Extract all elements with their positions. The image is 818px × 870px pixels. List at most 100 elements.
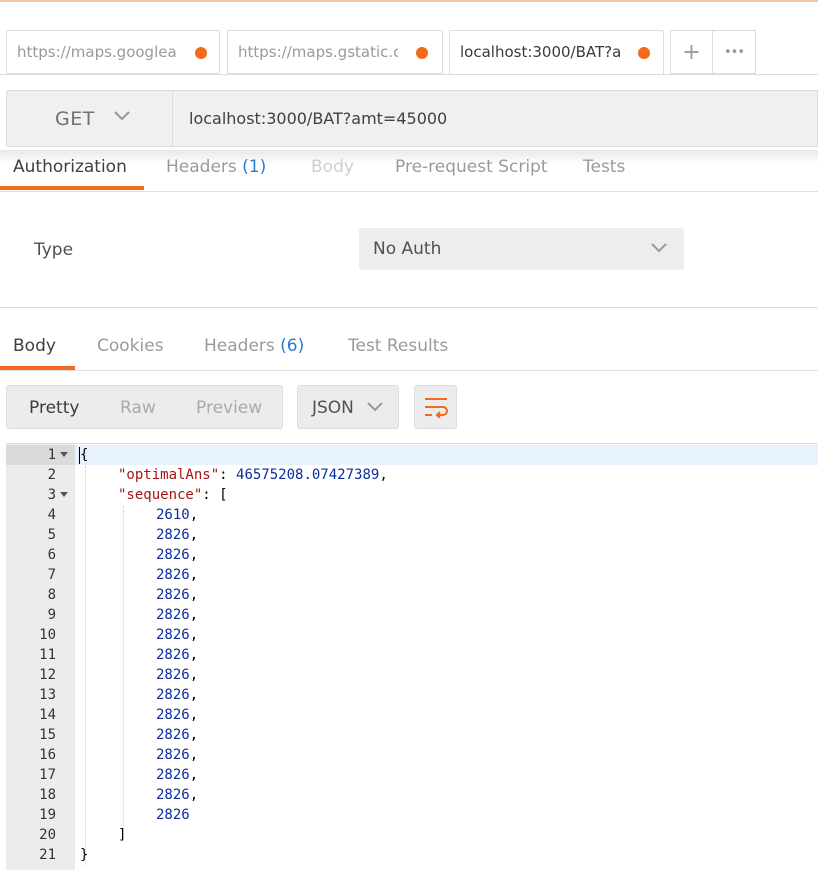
code-text: } (80, 845, 88, 865)
json-number: 2826 (156, 767, 190, 783)
tab-authorization[interactable]: Authorization (13, 157, 127, 177)
code-text: 2610, (156, 505, 198, 525)
code-text: 2826, (156, 645, 198, 665)
json-punctuation: , (189, 567, 199, 583)
fold-arrow-icon[interactable] (60, 492, 68, 497)
wrap-lines-button[interactable] (414, 385, 457, 429)
json-punctuation: , (189, 587, 199, 603)
tab-request-headers[interactable]: Headers (1) (166, 157, 266, 177)
json-number: 2826 (156, 647, 190, 663)
json-punctuation: , (379, 467, 388, 483)
code-line: 13 2826, (6, 685, 818, 705)
line-number: 14 (39, 707, 56, 723)
json-key: "sequence" (118, 487, 203, 503)
json-punctuation: , (189, 687, 199, 703)
json-punctuation: : (219, 467, 237, 483)
code-line: 16 2826, (6, 745, 818, 765)
code-line: 15 2826, (6, 725, 818, 745)
request-tab-2[interactable]: https://maps.gstatic.c (227, 30, 443, 74)
code-text: 2826, (156, 685, 198, 705)
more-tabs-button[interactable]: ••• (712, 30, 756, 74)
auth-type-value: No Auth (373, 239, 442, 259)
line-number: 13 (39, 687, 56, 703)
tabs-divider (0, 74, 818, 75)
window-top-accent (0, 0, 818, 2)
json-number: 2826 (156, 607, 190, 623)
format-select[interactable]: JSON (297, 385, 399, 429)
code-text: ] (118, 825, 126, 845)
pretty-button[interactable]: Pretty (29, 398, 79, 418)
line-number: 19 (39, 807, 56, 823)
chevron-down-icon (367, 402, 383, 412)
line-number: 3 (47, 487, 56, 503)
tab-prerequest-script[interactable]: Pre-request Script (395, 157, 548, 177)
json-number: 2826 (156, 667, 190, 683)
unsaved-dot-icon (416, 47, 428, 59)
line-number: 7 (47, 567, 56, 583)
fold-arrow-icon[interactable] (60, 452, 68, 457)
code-line: 20] (6, 825, 818, 845)
method-select[interactable]: GET (6, 90, 172, 147)
code-text: 2826, (156, 705, 198, 725)
response-body-editor[interactable]: 1{2 "optimalAns": 46575208.07427389, 3 "seq… (6, 443, 818, 870)
json-punctuation: : [ (202, 487, 228, 503)
code-text: 2826, (156, 725, 198, 745)
code-line: 17 2826, (6, 765, 818, 785)
line-number: 6 (47, 547, 56, 563)
request-tab-3-active[interactable]: localhost:3000/BAT?ar (449, 30, 664, 75)
tab-tests[interactable]: Tests (583, 157, 625, 177)
line-number: 17 (39, 767, 56, 783)
code-line: 4 2610, (6, 505, 818, 525)
code-line: 14 2826, (6, 705, 818, 725)
request-tab-1[interactable]: https://maps.googleap (6, 30, 220, 74)
request-tab-label: localhost:3000/BAT?ar (460, 43, 620, 61)
json-punctuation: , (189, 507, 199, 523)
code-text: 2826, (156, 625, 198, 645)
tab-test-results[interactable]: Test Results (348, 336, 448, 356)
code-line: 6 2826, (6, 545, 818, 565)
json-number: 2826 (156, 727, 190, 743)
code-text: 2826, (156, 565, 198, 585)
tab-label: Headers (166, 157, 237, 177)
headers-count: (6) (280, 336, 305, 356)
url-input[interactable]: localhost:3000/BAT?amt=45000 (172, 90, 818, 147)
line-number: 11 (39, 647, 56, 663)
tab-request-body[interactable]: Body (311, 157, 354, 177)
unsaved-dot-icon (638, 47, 650, 59)
wrap-lines-icon (424, 398, 448, 418)
active-tab-underline (0, 186, 144, 190)
tab-cookies[interactable]: Cookies (97, 336, 164, 356)
tab-response-headers[interactable]: Headers (6) (204, 336, 304, 356)
code-line: 10 2826, (6, 625, 818, 645)
request-tab-label: https://maps.gstatic.c (238, 43, 398, 61)
json-number: 2826 (156, 747, 190, 763)
json-key: "optimalAns" (118, 467, 220, 483)
json-number: 2610 (156, 507, 190, 523)
unsaved-dot-icon (195, 47, 207, 59)
preview-button[interactable]: Preview (196, 398, 262, 418)
line-number: 2 (47, 467, 56, 483)
code-line: 21} (6, 845, 818, 865)
code-text: 2826, (156, 545, 198, 565)
line-number: 1 (47, 447, 56, 463)
json-number: 2826 (156, 567, 190, 583)
raw-button[interactable]: Raw (120, 398, 156, 418)
auth-type-label: Type (34, 240, 74, 260)
code-text: "sequence": [ (118, 485, 228, 505)
new-tab-button[interactable]: + (670, 30, 713, 74)
line-number: 16 (39, 747, 56, 763)
json-punctuation: , (189, 627, 199, 643)
code-text: 2826, (156, 745, 198, 765)
json-number: 2826 (156, 807, 190, 823)
code-text: "optimalAns": 46575208.07427389, (118, 465, 388, 485)
tab-response-body[interactable]: Body (13, 336, 56, 356)
format-value: JSON (312, 398, 354, 418)
json-number: 46575208.07427389 (236, 467, 380, 483)
line-number: 21 (39, 847, 56, 863)
method-label: GET (55, 108, 95, 130)
chevron-down-icon (651, 243, 667, 253)
json-punctuation: , (189, 647, 199, 663)
code-text: 2826, (156, 605, 198, 625)
line-number: 4 (47, 507, 56, 523)
auth-type-select[interactable]: No Auth (359, 228, 684, 270)
